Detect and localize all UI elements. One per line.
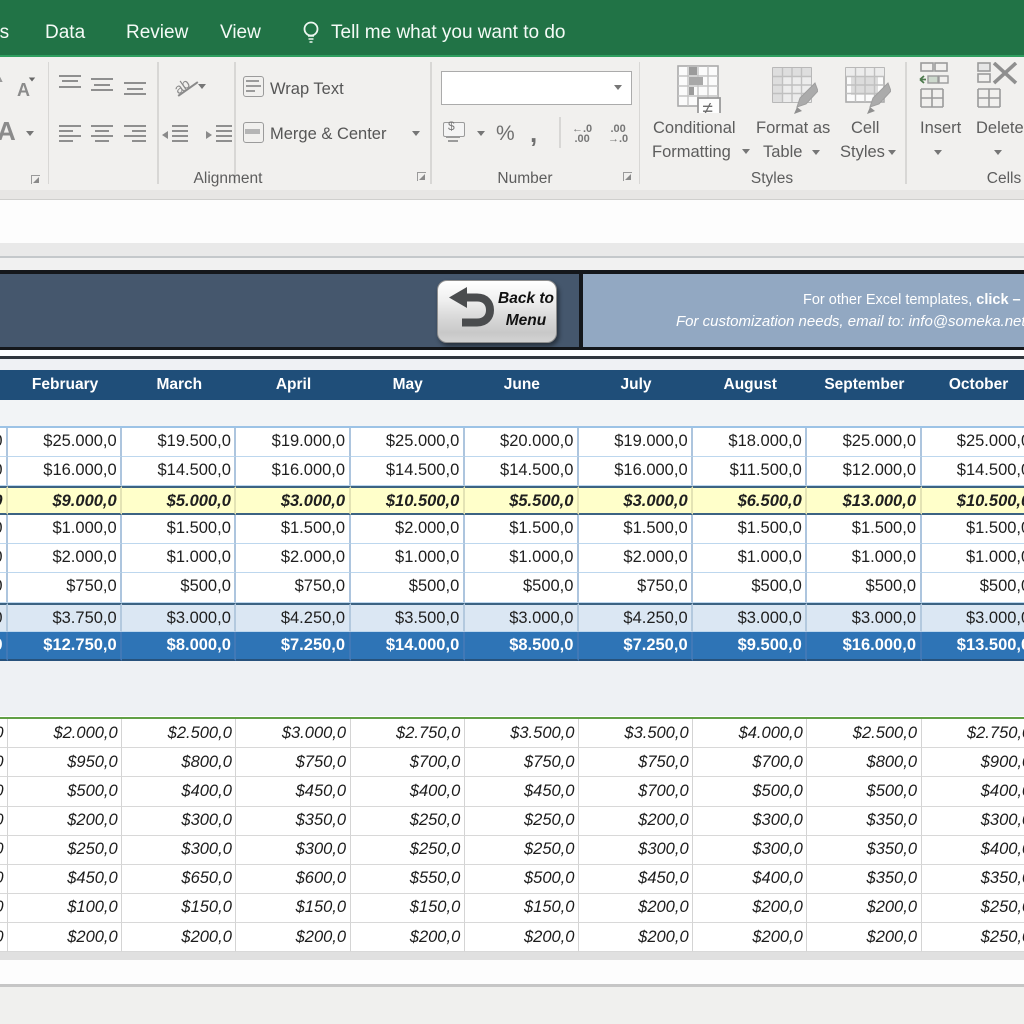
svg-text:≠: ≠ (703, 99, 713, 113)
